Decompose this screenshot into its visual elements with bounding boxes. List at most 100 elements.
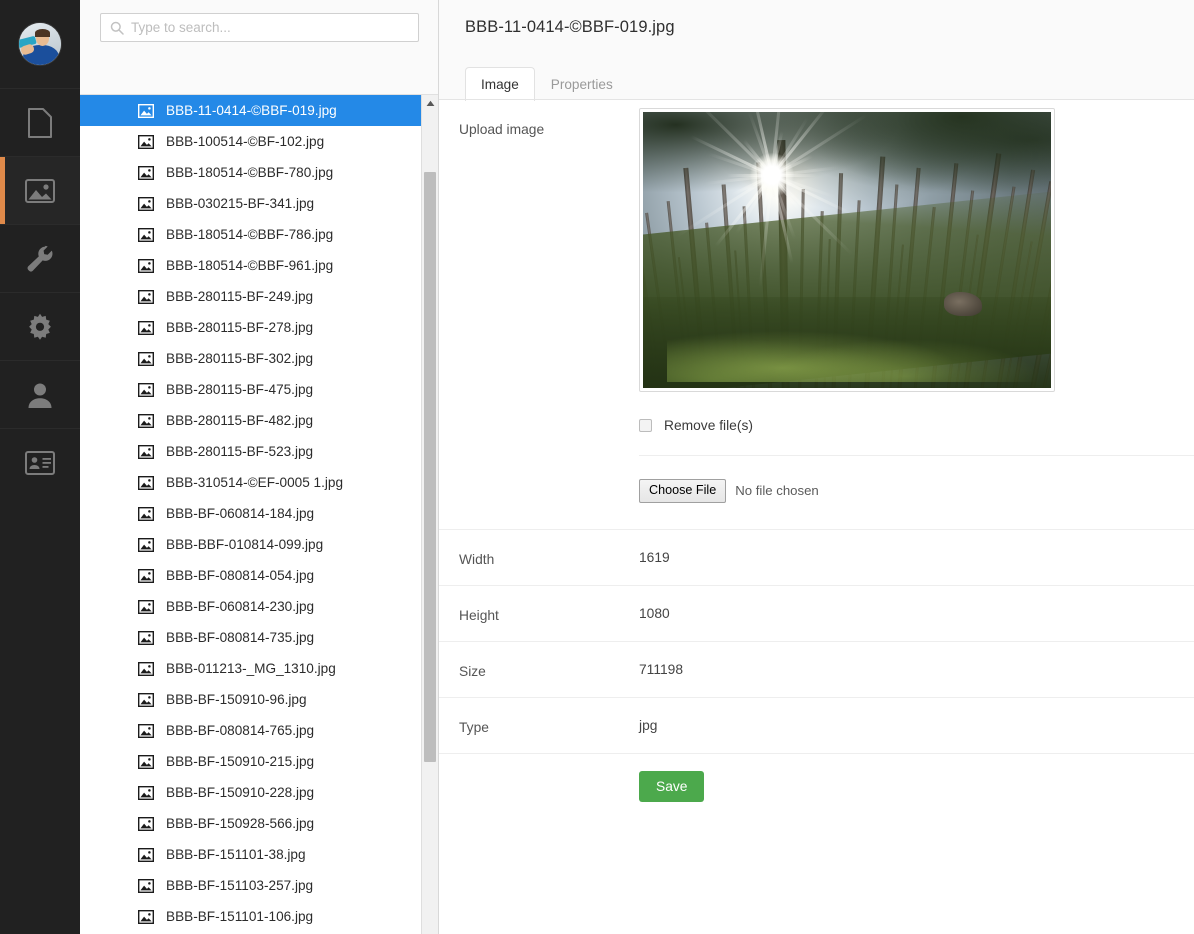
list-item[interactable]: BBB-BBF-010814-099.jpg	[80, 529, 438, 560]
list-item-label: BBB-BF-080814-054.jpg	[166, 569, 314, 583]
image-file-icon	[138, 724, 154, 738]
file-input-row[interactable]: Choose File No file chosen	[639, 479, 1170, 503]
list-item-label: BBB-BF-060814-230.jpg	[166, 600, 314, 614]
list-item[interactable]: BBB-BF-150910-215.jpg	[80, 746, 438, 777]
list-item[interactable]: BBB-BF-151101-106.jpg	[80, 901, 438, 932]
list-item-label: BBB-BBF-010814-099.jpg	[166, 538, 323, 552]
remove-files-checkbox[interactable]	[639, 419, 652, 432]
document-icon	[27, 107, 53, 139]
scrollbar-thumb[interactable]	[424, 172, 436, 762]
save-row-value: Save	[639, 754, 1194, 819]
list-item[interactable]: BBB-BF-151101-38.jpg	[80, 839, 438, 870]
list-item[interactable]: BBB-180514-©BBF-786.jpg	[80, 219, 438, 250]
forest-sunburst-photo	[643, 112, 1051, 388]
list-item[interactable]: BBB-100514-©BF-102.jpg	[80, 126, 438, 157]
file-list: BBB-11-0414-©BBF-019.jpgBBB-100514-©BF-1…	[80, 95, 438, 932]
search-input[interactable]	[101, 14, 418, 41]
list-item[interactable]: BBB-BF-060814-230.jpg	[80, 591, 438, 622]
image-file-icon	[138, 786, 154, 800]
upload-image-label: Upload image	[439, 100, 639, 529]
sidebar-item-settings[interactable]	[0, 292, 80, 360]
image-file-icon	[138, 817, 154, 831]
list-item[interactable]: BBB-BF-151103-257.jpg	[80, 870, 438, 901]
image-file-icon	[138, 166, 154, 180]
list-item[interactable]: BBB-310514-©EF-0005 1.jpg	[80, 467, 438, 498]
form-row-width: Width 1619	[439, 530, 1194, 586]
list-item[interactable]: BBB-280115-BF-278.jpg	[80, 312, 438, 343]
list-item-label: BBB-280115-BF-475.jpg	[166, 383, 313, 397]
image-file-icon	[138, 507, 154, 521]
image-icon	[24, 178, 56, 204]
form-row-upload: Upload image	[439, 100, 1194, 530]
list-item[interactable]: BBB-BF-080814-054.jpg	[80, 560, 438, 591]
list-item[interactable]: BBB-180514-©BBF-961.jpg	[80, 250, 438, 281]
person-icon	[26, 380, 54, 410]
tab-properties[interactable]: Properties	[535, 67, 629, 101]
icon-rail	[0, 0, 80, 934]
image-file-icon	[138, 910, 154, 924]
page-title: BBB-11-0414-©BBF-019.jpg	[465, 18, 1194, 37]
type-label: Type	[439, 698, 639, 753]
avatar-hair	[35, 29, 50, 37]
list-item-label: BBB-BF-151103-257.jpg	[166, 879, 313, 893]
list-item[interactable]: BBB-BF-060814-184.jpg	[80, 498, 438, 529]
list-item[interactable]: BBB-BF-080814-765.jpg	[80, 715, 438, 746]
list-item[interactable]: BBB-030215-BF-341.jpg	[80, 188, 438, 219]
list-item-label: BBB-030215-BF-341.jpg	[166, 197, 314, 211]
image-file-icon	[138, 414, 154, 428]
image-file-icon	[138, 569, 154, 583]
size-label: Size	[439, 642, 639, 697]
list-item[interactable]: BBB-280115-BF-523.jpg	[80, 436, 438, 467]
gear-icon	[25, 312, 55, 342]
detail-form: Upload image	[439, 100, 1194, 934]
list-item[interactable]: BBB-11-0414-©BBF-019.jpg	[80, 95, 438, 126]
image-file-icon	[138, 879, 154, 893]
remove-files-label: Remove file(s)	[664, 418, 753, 433]
sidebar-item-pages[interactable]	[0, 88, 80, 156]
list-item[interactable]: BBB-180514-©BBF-780.jpg	[80, 157, 438, 188]
wrench-icon	[25, 244, 55, 274]
list-item[interactable]: BBB-BF-150928-566.jpg	[80, 808, 438, 839]
image-file-icon	[138, 228, 154, 242]
list-item-label: BBB-BF-150928-566.jpg	[166, 817, 314, 831]
sidebar-item-tools[interactable]	[0, 224, 80, 292]
list-item[interactable]: BBB-BF-080814-735.jpg	[80, 622, 438, 653]
image-file-icon	[138, 755, 154, 769]
file-list-scroll-area[interactable]: BBB-11-0414-©BBF-019.jpgBBB-100514-©BF-1…	[80, 95, 438, 934]
image-file-icon	[138, 538, 154, 552]
sidebar-item-users[interactable]	[0, 360, 80, 428]
list-item-label: BBB-180514-©BBF-780.jpg	[166, 166, 333, 180]
tab-image[interactable]: Image	[465, 67, 535, 101]
image-file-icon	[138, 848, 154, 862]
file-list-scrollbar[interactable]	[421, 95, 438, 934]
form-row-height: Height 1080	[439, 586, 1194, 642]
image-file-icon	[138, 693, 154, 707]
list-item[interactable]: BBB-BF-150910-228.jpg	[80, 777, 438, 808]
sidebar-item-contacts[interactable]	[0, 428, 80, 496]
width-label: Width	[439, 530, 639, 585]
image-file-icon	[138, 259, 154, 273]
image-file-icon	[138, 383, 154, 397]
sidebar-item-images[interactable]	[0, 156, 80, 224]
image-file-icon	[138, 631, 154, 645]
save-button[interactable]: Save	[639, 771, 704, 802]
detail-panel: BBB-11-0414-©BBF-019.jpg Image Propertie…	[439, 0, 1194, 934]
remove-files-row[interactable]: Remove file(s)	[639, 418, 1170, 433]
list-item[interactable]: BBB-011213-_MG_1310.jpg	[80, 653, 438, 684]
list-item-label: BBB-BF-080814-765.jpg	[166, 724, 314, 738]
search-box[interactable]	[100, 13, 419, 42]
list-item[interactable]: BBB-280115-BF-249.jpg	[80, 281, 438, 312]
list-item[interactable]: BBB-280115-BF-475.jpg	[80, 374, 438, 405]
avatar[interactable]	[19, 23, 61, 65]
choose-file-button[interactable]: Choose File	[639, 479, 726, 503]
image-preview-frame[interactable]	[639, 108, 1055, 392]
list-item[interactable]: BBB-BF-150910-96.jpg	[80, 684, 438, 715]
list-item-label: BBB-BF-150910-228.jpg	[166, 786, 314, 800]
list-item-label: BBB-011213-_MG_1310.jpg	[166, 662, 336, 676]
image-file-icon	[138, 352, 154, 366]
list-item[interactable]: BBB-280115-BF-302.jpg	[80, 343, 438, 374]
scroll-up-arrow[interactable]	[422, 95, 438, 112]
photo-stump	[944, 292, 982, 316]
avatar-container[interactable]	[0, 0, 80, 88]
list-item[interactable]: BBB-280115-BF-482.jpg	[80, 405, 438, 436]
